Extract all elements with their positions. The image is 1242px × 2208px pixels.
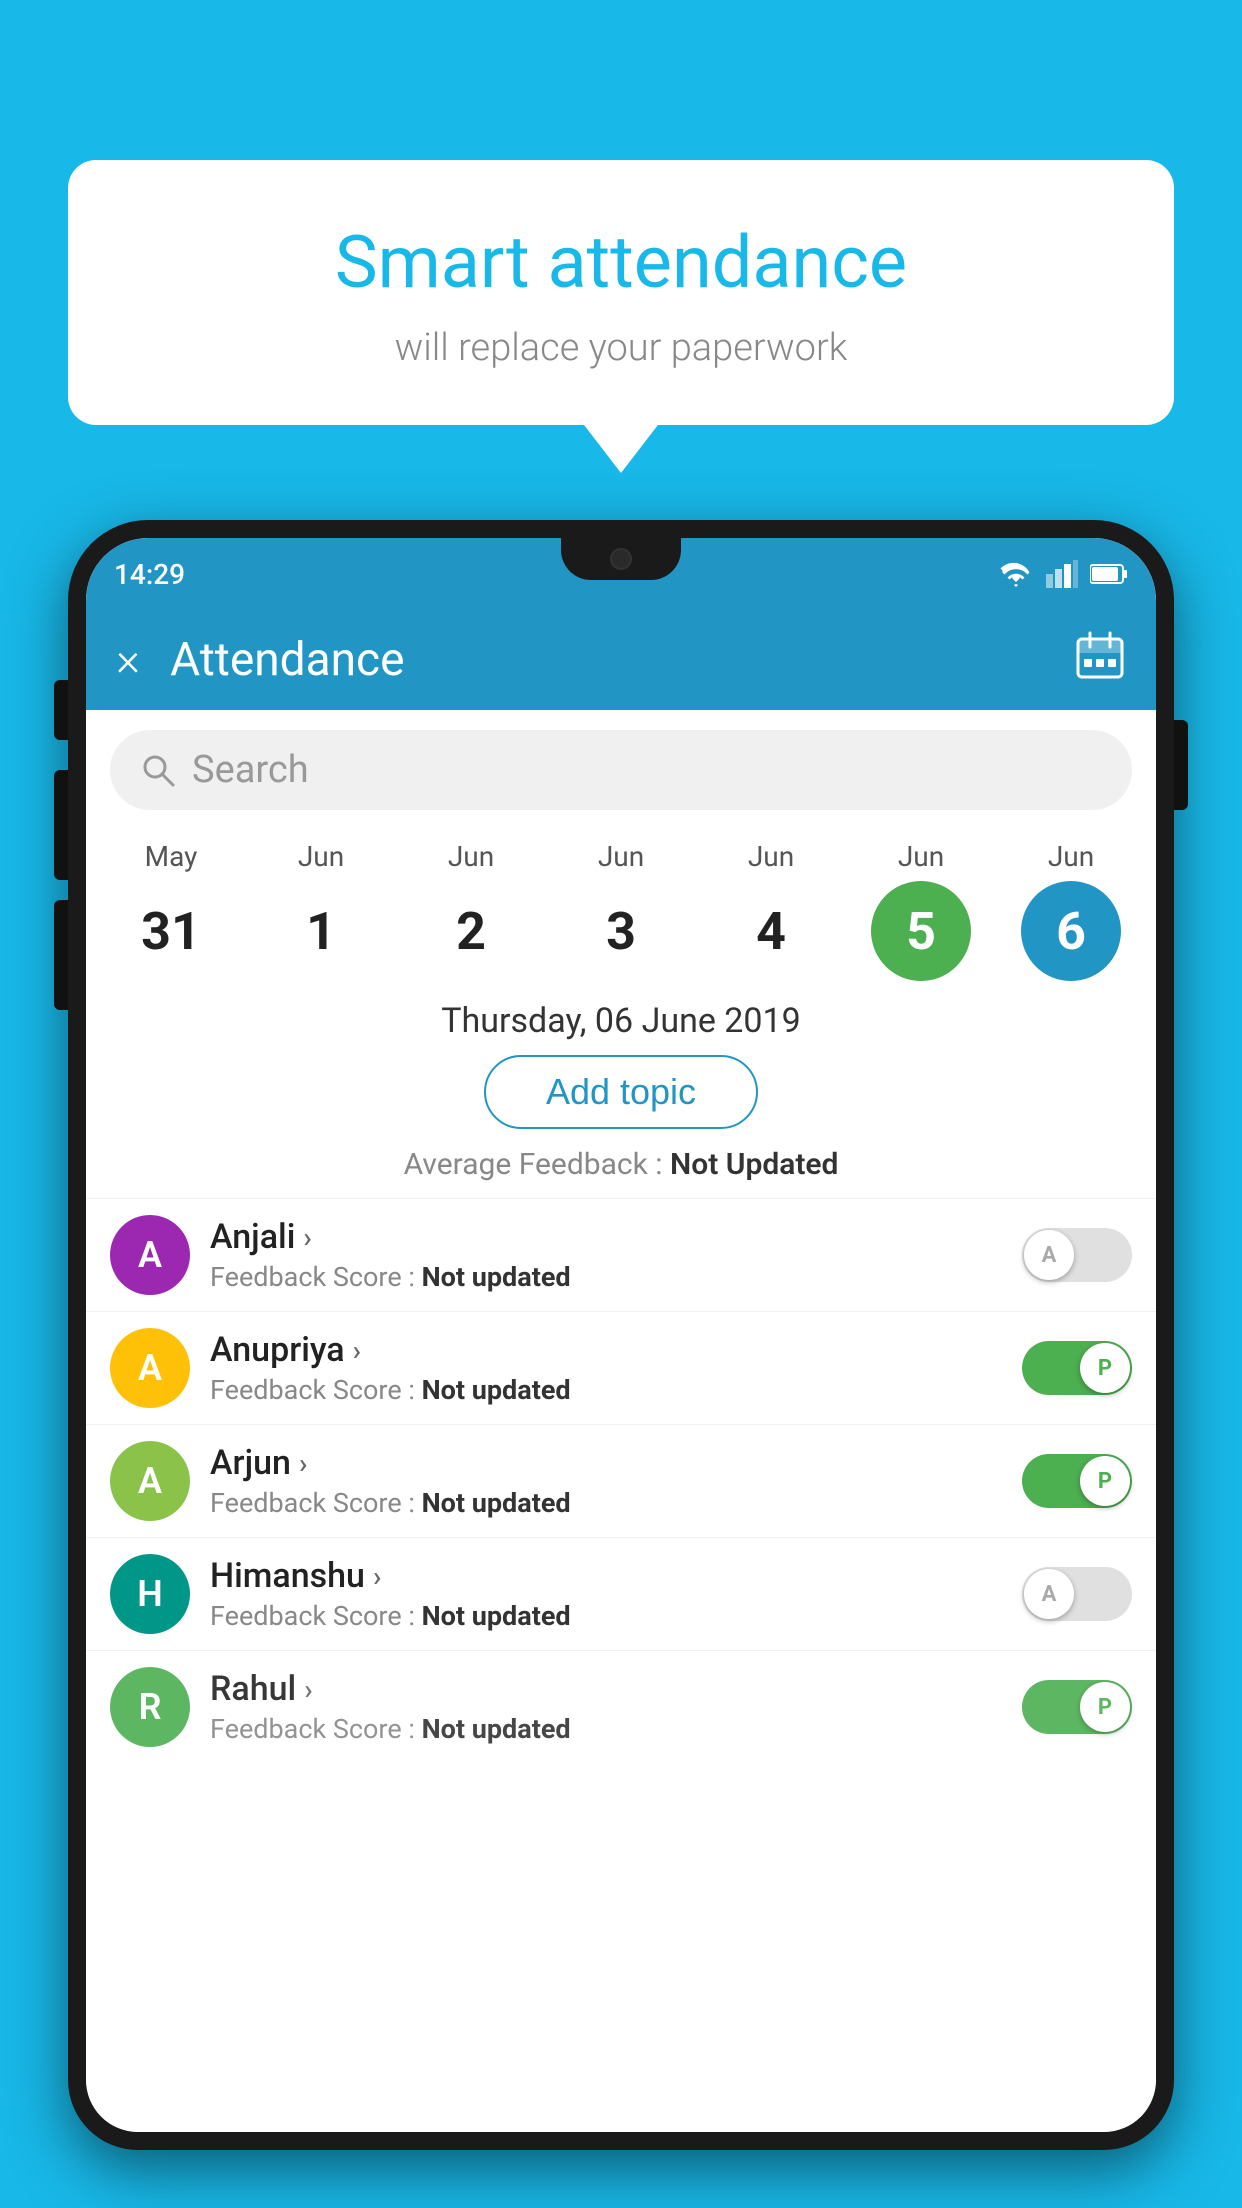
cal-day-number[interactable]: 3	[571, 881, 671, 981]
average-feedback: Average Feedback : Not Updated	[86, 1147, 1156, 1182]
toggle-knob: P	[1080, 1456, 1130, 1506]
student-item[interactable]: A Anjali › Feedback Score : Not updated A	[86, 1198, 1156, 1311]
student-name: Himanshu ›	[210, 1556, 1002, 1596]
attendance-toggle[interactable]: A	[1022, 1228, 1132, 1282]
phone-frame: 14:29	[68, 520, 1174, 2208]
battery-icon	[1090, 563, 1128, 585]
chevron-right-icon: ›	[304, 1673, 312, 1706]
toggle-knob: A	[1024, 1230, 1074, 1280]
avatar: A	[110, 1328, 190, 1408]
status-icons	[998, 560, 1128, 588]
student-name: Arjun ›	[210, 1443, 1002, 1483]
app-bar: × Attendance	[86, 610, 1156, 710]
student-name: Rahul ›	[210, 1669, 1002, 1709]
student-info: Himanshu › Feedback Score : Not updated	[210, 1556, 1002, 1632]
chevron-right-icon: ›	[303, 1221, 311, 1254]
student-item[interactable]: H Himanshu › Feedback Score : Not updated A	[86, 1537, 1156, 1650]
student-info: Arjun › Feedback Score : Not updated	[210, 1443, 1002, 1519]
volume-down-button	[54, 900, 68, 1010]
volume-silent-button	[54, 680, 68, 740]
cal-day-number[interactable]: 5	[871, 881, 971, 981]
cal-day-number[interactable]: 6	[1021, 881, 1121, 981]
student-item[interactable]: A Arjun › Feedback Score : Not updated P	[86, 1424, 1156, 1537]
calendar-day[interactable]: Jun 2	[411, 840, 531, 981]
bubble-subtitle: will replace your paperwork	[128, 326, 1114, 370]
camera	[610, 548, 632, 570]
cal-month-label: Jun	[298, 840, 344, 873]
search-bar[interactable]: Search	[110, 730, 1132, 810]
calendar-day[interactable]: Jun 1	[261, 840, 381, 981]
student-name: Anupriya ›	[210, 1330, 1002, 1370]
cal-month-label: Jun	[1048, 840, 1094, 873]
avg-feedback-value: Not Updated	[670, 1147, 838, 1182]
avatar: A	[110, 1215, 190, 1295]
cal-day-number[interactable]: 31	[121, 881, 221, 981]
chevron-right-icon: ›	[299, 1447, 307, 1480]
app-title: Attendance	[170, 633, 1074, 687]
student-feedback: Feedback Score : Not updated	[210, 1374, 1002, 1406]
attendance-toggle[interactable]: P	[1022, 1454, 1132, 1508]
toggle-knob: P	[1080, 1682, 1130, 1732]
cal-month-label: Jun	[748, 840, 794, 873]
avatar: R	[110, 1667, 190, 1747]
cal-month-label: Jun	[448, 840, 494, 873]
cal-day-number[interactable]: 1	[271, 881, 371, 981]
cal-day-number[interactable]: 2	[421, 881, 521, 981]
status-bar: 14:29	[86, 538, 1156, 610]
close-button[interactable]: ×	[116, 637, 140, 683]
notch	[561, 538, 681, 580]
avatar: A	[110, 1441, 190, 1521]
calendar-strip: May 31 Jun 1 Jun 2 Jun 3 Jun 4 Jun 5 Jun 6	[86, 820, 1156, 991]
student-name: Anjali ›	[210, 1217, 1002, 1257]
student-info: Anjali › Feedback Score : Not updated	[210, 1217, 1002, 1293]
calendar-day[interactable]: May 31	[111, 840, 231, 981]
toggle-knob: P	[1080, 1343, 1130, 1393]
student-item[interactable]: A Anupriya › Feedback Score : Not updated P	[86, 1311, 1156, 1424]
speech-bubble: Smart attendance will replace your paper…	[68, 160, 1174, 425]
cal-month-label: Jun	[598, 840, 644, 873]
cal-month-label: May	[145, 840, 198, 873]
signal-icon	[1046, 560, 1078, 588]
search-icon	[140, 752, 176, 788]
cal-day-number[interactable]: 4	[721, 881, 821, 981]
calendar-day[interactable]: Jun 3	[561, 840, 681, 981]
calendar-day[interactable]: Jun 4	[711, 840, 831, 981]
chevron-right-icon: ›	[353, 1334, 361, 1367]
student-feedback: Feedback Score : Not updated	[210, 1600, 1002, 1632]
speech-bubble-container: Smart attendance will replace your paper…	[68, 160, 1174, 425]
search-bar-container: Search	[86, 710, 1156, 820]
student-feedback: Feedback Score : Not updated	[210, 1487, 1002, 1519]
student-item[interactable]: R Rahul › Feedback Score : Not updated P	[86, 1650, 1156, 1763]
calendar-button[interactable]	[1074, 629, 1126, 691]
power-button	[1174, 720, 1188, 810]
phone-outer: 14:29	[68, 520, 1174, 2150]
chevron-right-icon: ›	[373, 1560, 381, 1593]
attendance-toggle[interactable]: P	[1022, 1680, 1132, 1734]
wifi-icon	[998, 560, 1034, 588]
student-list: AAnjali ›Feedback Score : Not updatedAAA…	[86, 1198, 1156, 1763]
attendance-toggle[interactable]: A	[1022, 1567, 1132, 1621]
avatar: H	[110, 1554, 190, 1634]
attendance-toggle[interactable]: P	[1022, 1341, 1132, 1395]
student-info: Anupriya › Feedback Score : Not updated	[210, 1330, 1002, 1406]
phone-inner: 14:29	[86, 538, 1156, 2132]
calendar-day[interactable]: Jun 6	[1011, 840, 1131, 981]
calendar-day[interactable]: Jun 5	[861, 840, 981, 981]
status-time: 14:29	[114, 558, 185, 591]
volume-up-button	[54, 770, 68, 880]
student-feedback: Feedback Score : Not updated	[210, 1261, 1002, 1293]
app-content: Search May 31 Jun 1 Jun 2 Jun 3 Jun 4 Jun 5 Jun 6 Thu…	[86, 710, 1156, 2132]
bubble-title: Smart attendance	[128, 220, 1114, 306]
add-topic-button[interactable]: Add topic	[484, 1055, 758, 1129]
cal-month-label: Jun	[898, 840, 944, 873]
student-info: Rahul › Feedback Score : Not updated	[210, 1669, 1002, 1745]
selected-date: Thursday, 06 June 2019	[86, 991, 1156, 1055]
avg-feedback-label: Average Feedback :	[404, 1147, 663, 1182]
search-placeholder: Search	[192, 748, 309, 792]
toggle-knob: A	[1024, 1569, 1074, 1619]
student-feedback: Feedback Score : Not updated	[210, 1713, 1002, 1745]
